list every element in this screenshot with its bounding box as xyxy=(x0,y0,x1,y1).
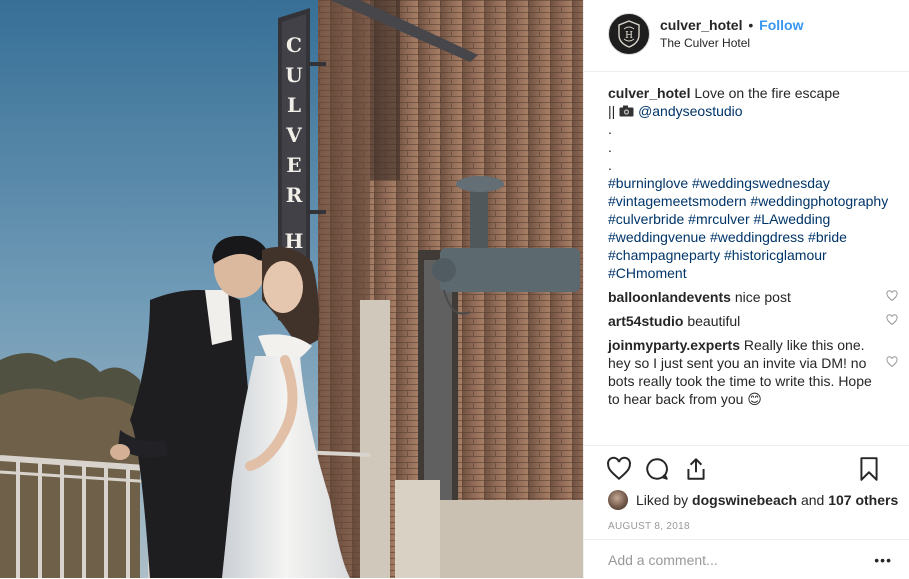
credit-prefix: || xyxy=(608,103,616,119)
more-options-icon[interactable]: ••• xyxy=(874,552,892,568)
caption-dot: . xyxy=(608,139,612,155)
heart-icon[interactable] xyxy=(886,290,898,302)
liker-avatar[interactable] xyxy=(608,490,628,510)
liker-username[interactable]: dogswinebeach xyxy=(692,492,797,508)
smiling-face-emoji: 😊 xyxy=(747,391,762,407)
hashtag-line[interactable]: #burninglove #weddingswednesday xyxy=(608,174,898,192)
caption: culver_hotel Love on the fire escape || … xyxy=(608,84,898,282)
hashtag-line[interactable]: #culverbride #mrculver #LAwedding xyxy=(608,210,898,228)
instagram-post: C U L V E R H O T xyxy=(0,0,909,578)
caption-dot: . xyxy=(608,157,612,173)
bookmark-icon[interactable] xyxy=(856,456,882,482)
likes-line: Liked by dogswinebeach and 107 others xyxy=(608,490,898,510)
post-photo[interactable]: C U L V E R H O T xyxy=(0,0,583,578)
separator-dot: • xyxy=(748,17,754,33)
comment-item: joinmyparty.experts Really like this one… xyxy=(608,336,898,408)
post-header: H culver_hotel • Follow The Culver Hotel xyxy=(584,0,909,72)
comment-username[interactable]: joinmyparty.experts xyxy=(608,337,740,353)
photo-credit: || @andyseostudio xyxy=(608,102,898,120)
hashtag-line[interactable]: #CHmoment xyxy=(608,264,898,282)
comment-bubble-icon[interactable] xyxy=(644,456,670,482)
heart-icon[interactable] xyxy=(606,456,632,482)
likes-others-link[interactable]: 107 others xyxy=(828,492,898,508)
comments-list: culver_hotel Love on the fire escape || … xyxy=(608,84,898,408)
comment-username[interactable]: art54studio xyxy=(608,313,683,329)
heart-icon[interactable] xyxy=(886,314,898,326)
hotel-crest-icon: H xyxy=(618,20,640,48)
camera-icon xyxy=(619,103,638,119)
header-user-line: culver_hotel • Follow xyxy=(660,16,804,34)
post-date[interactable]: August 8, 2018 xyxy=(608,521,690,532)
header-username[interactable]: culver_hotel xyxy=(660,17,742,33)
caption-dot: . xyxy=(608,121,612,137)
hashtag-line[interactable]: #weddingvenue #weddingdress #bride xyxy=(608,228,898,246)
comment-item: balloonlandevents nice post xyxy=(608,288,898,306)
add-comment-section: ••• xyxy=(584,539,909,579)
share-icon[interactable] xyxy=(683,456,709,482)
comment-username[interactable]: balloonlandevents xyxy=(608,289,731,305)
hashtag-line[interactable]: #vintagemeetsmodern #weddingphotography xyxy=(608,192,898,210)
actions-section: Liked by dogswinebeach and 107 others Au… xyxy=(584,445,909,578)
likes-and: and xyxy=(800,492,825,508)
caption-username[interactable]: culver_hotel xyxy=(608,85,690,101)
caption-text: Love on the fire escape xyxy=(694,85,840,101)
post-panel: H culver_hotel • Follow The Culver Hotel… xyxy=(583,0,909,578)
comment-text: beautiful xyxy=(687,313,741,329)
credit-mention[interactable]: @andyseostudio xyxy=(638,103,743,119)
comment-text: nice post xyxy=(734,289,791,305)
profile-avatar[interactable]: H xyxy=(608,13,650,55)
location-link[interactable]: The Culver Hotel xyxy=(660,36,750,50)
photo-scene: C U L V E R H O T xyxy=(0,0,583,578)
svg-text:H: H xyxy=(625,31,633,41)
comment-item: art54studio beautiful xyxy=(608,312,898,330)
hashtag-line[interactable]: #champagneparty #historicglamour xyxy=(608,246,898,264)
heart-icon[interactable] xyxy=(886,356,898,368)
add-comment-input[interactable] xyxy=(608,550,848,570)
likes-prefix: Liked by xyxy=(636,492,689,508)
follow-button[interactable]: Follow xyxy=(759,17,803,33)
